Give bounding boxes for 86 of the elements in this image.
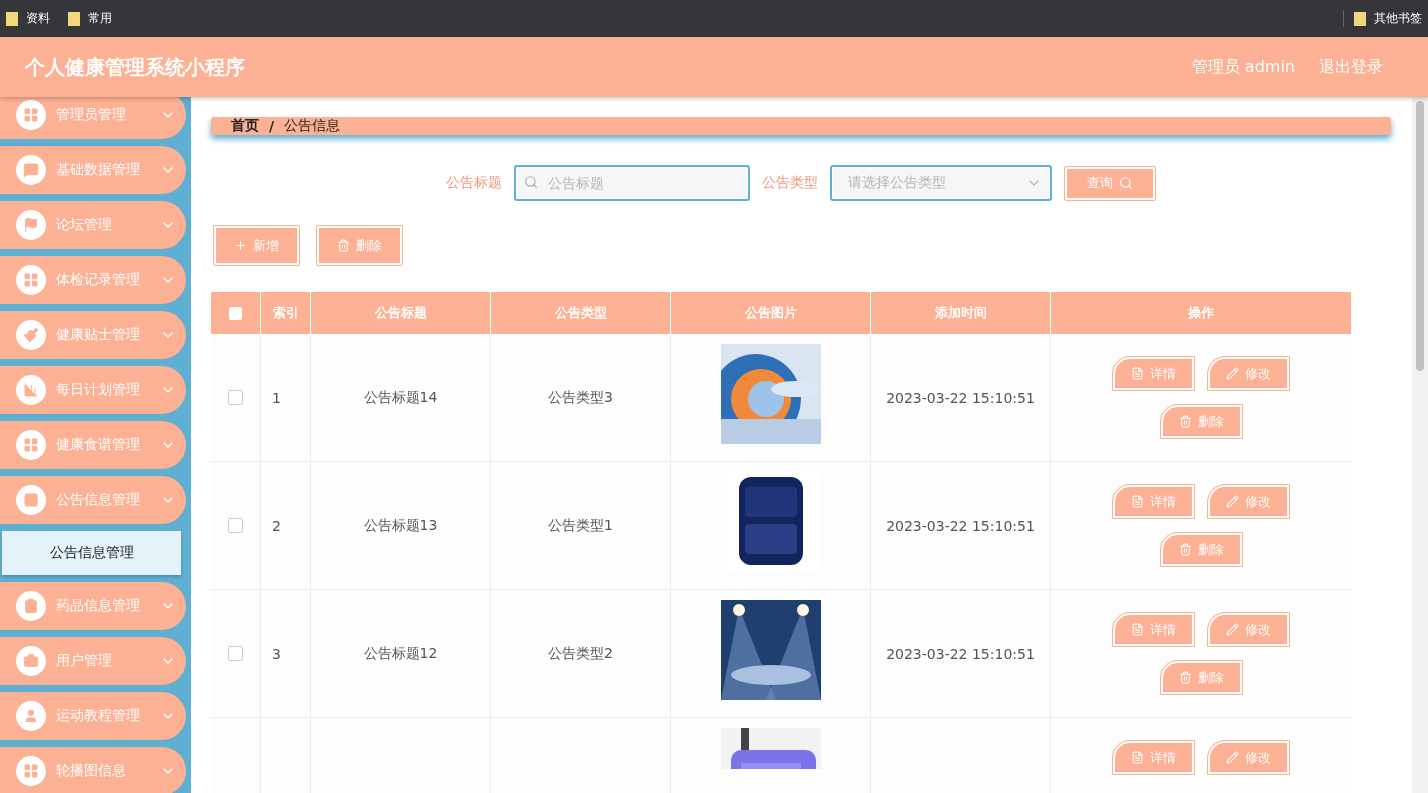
query-button[interactable]: 查询 [1064,165,1156,201]
column-header: 操作 [1188,304,1214,322]
sidebar-item[interactable]: 轮播图信息 [0,747,186,793]
sidebar-item[interactable]: 体检记录管理 [0,256,186,304]
type-select[interactable]: 请选择公告类型 [830,165,1052,201]
details-button[interactable]: 详情 [1112,740,1195,775]
delete-button[interactable]: 删除 [1159,404,1243,439]
delete-button[interactable]: 删除 [1159,532,1243,567]
document-icon [1131,623,1144,636]
pencil-icon [1226,367,1239,380]
row-checkbox[interactable] [228,390,243,405]
table-cell: 公告标题14 [363,388,438,407]
search-icon [1119,176,1133,190]
pencil-icon [1226,495,1239,508]
details-button[interactable]: 详情 [1112,484,1195,519]
sidebar-item[interactable]: 基础数据管理 [0,146,186,194]
delete-button[interactable]: 删除 [316,225,403,266]
column-header: 公告类型 [554,304,607,322]
document-icon [1131,367,1144,380]
app-title: 个人健康管理系统小程序 [25,53,245,81]
row-checkbox[interactable] [228,518,243,533]
folder-icon [68,11,80,26]
column-header: 添加时间 [934,304,987,322]
folder-icon [1354,11,1366,26]
bookmark[interactable]: 常用 [68,10,112,27]
table-cell: 1 [272,389,281,406]
chat-icon [16,155,46,185]
details-button[interactable]: 详情 [1112,356,1195,391]
delete-button[interactable]: 删除 [1159,660,1243,695]
table-cell: 2023-03-22 15:10:51 [886,389,1035,406]
logout-link[interactable]: 退出登录 [1319,56,1383,78]
table-cell: 2023-03-22 15:10:51 [886,645,1035,662]
table-cell: 2 [272,517,281,534]
sidebar-item[interactable]: 健康食谱管理 [0,421,186,469]
user-icon [16,701,46,731]
row-checkbox[interactable] [228,646,243,661]
sidebar-item[interactable]: 用户管理 [0,637,186,685]
sidebar-item[interactable]: 论坛管理 [0,201,186,249]
document-icon [1131,495,1144,508]
search-field[interactable]: 公告标题 [514,165,750,201]
table-cell: 公告类型1 [548,516,613,535]
pencil-icon [1226,623,1239,636]
sidebar-item[interactable]: 运动教程管理 [0,692,186,740]
sidebar-item[interactable]: 公告信息管理 [0,476,186,524]
table-cell: 公告类型2 [548,644,613,663]
table-cell: 公告标题13 [363,516,438,535]
sidebar-item[interactable]: 管理员管理 [0,97,186,139]
edit-button[interactable]: 修改 [1207,356,1290,391]
edit-button[interactable]: 修改 [1207,740,1290,775]
trash-icon [337,239,350,252]
user-label: 管理员 admin [1191,56,1295,78]
sidebar-item[interactable]: 健康贴士管理 [0,311,186,359]
search-icon [524,175,538,189]
table-cell: 公告类型3 [548,388,613,407]
brush-icon [16,320,46,350]
table-cell: 3 [272,645,281,662]
column-header: 索引 [272,304,299,322]
submenu-item[interactable]: 公告信息管理 [2,531,181,575]
select-all-checkbox[interactable] [229,306,242,320]
bookmark[interactable]: 其他书签 [1343,10,1422,27]
field-label: 公告标题 [446,174,502,192]
breadcrumb-link[interactable]: 首页 [231,117,259,135]
column-header: 公告标题 [374,304,427,322]
sidebar-item[interactable]: 药品信息管理 [0,582,186,630]
briefcase-icon [16,646,46,676]
edit-button[interactable]: 修改 [1207,612,1290,647]
trash-icon [1178,543,1192,556]
folder-icon [6,11,18,26]
scrollbar[interactable] [1412,97,1428,793]
edit-button[interactable]: 修改 [1207,484,1290,519]
details-button[interactable]: 详情 [1112,612,1195,647]
trash-icon [1178,415,1192,428]
add-button[interactable]: 新增 [213,225,300,266]
field-label: 公告类型 [762,174,818,192]
trash-icon [1178,671,1192,684]
table-cell: 2023-03-22 15:10:51 [886,517,1035,534]
column-header: 公告图片 [744,304,797,322]
sidebar-item[interactable]: 每日计划管理 [0,366,186,414]
pencil-icon [1226,751,1239,764]
plus-icon [234,239,247,252]
table-cell: 公告标题12 [363,644,438,663]
breadcrumb-separator: / [269,118,275,134]
breadcrumb-current: 公告信息 [284,117,341,135]
flag-icon [16,210,46,240]
document-icon [1131,751,1144,764]
bookmark[interactable]: 资料 [6,10,50,27]
